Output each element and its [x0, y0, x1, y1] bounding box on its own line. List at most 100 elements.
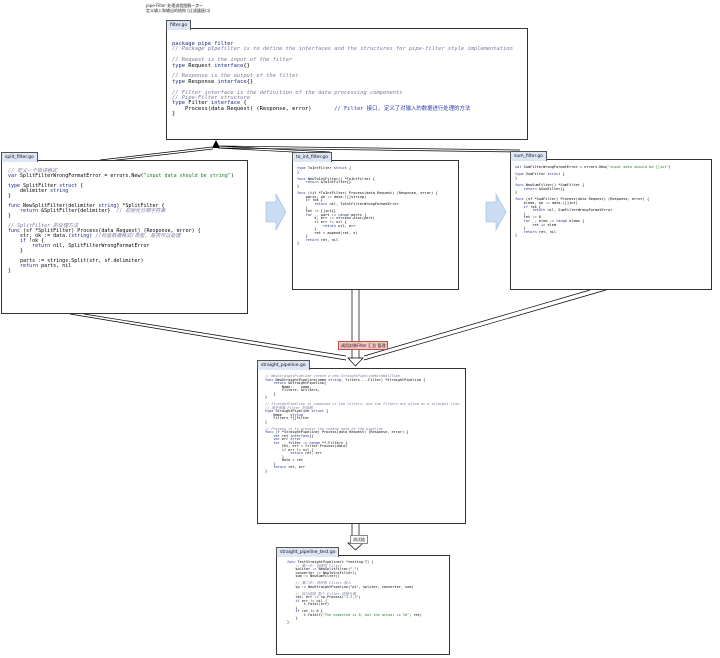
flow-arrow-split-to-toint [265, 192, 287, 232]
code-token: return [32, 243, 51, 249]
code-token: } [515, 233, 518, 238]
arrowhead-filter [212, 140, 220, 148]
panel-filter: filter.go package pipe_filter// Package … [166, 20, 528, 140]
code-sum: var SumFilterWrongFormatError = errors.N… [515, 165, 671, 237]
code-token: } [297, 169, 300, 174]
code-token: string [50, 188, 69, 194]
code-token: "1,2,3" [343, 595, 359, 599]
code-token: { [560, 172, 565, 177]
code-filter: package pipe_filter// Package pipefilter… [172, 41, 513, 118]
connector-split-to-pipeline-a [69, 313, 347, 361]
code-token: } [8, 213, 12, 219]
panel-split: split_filter.go // 定义一个错误格式 var SplitFilt… [1, 152, 248, 314]
code-token: ret, err [286, 465, 306, 469]
code-token: return [273, 465, 287, 469]
code-token: return [314, 201, 328, 206]
code-token: ) [230, 173, 234, 179]
panel-sum: sum_filter.go var SumFilterWrongFormatEr… [510, 151, 712, 290]
code-token: Filters *[]Filter [265, 416, 310, 420]
code-token: SumFilterWrongFormatError = errors.New( [521, 165, 609, 169]
code-token: sp := NewStraightPipeline("p1", spliter,… [287, 584, 414, 589]
code-token: // Package pipefilter is to define the i… [172, 46, 513, 53]
code-token: return [20, 263, 39, 269]
connector-sum-to-filter-a [220, 145, 521, 151]
code-line: } [265, 469, 461, 473]
code-token: { [324, 409, 329, 413]
code-token: "input data should be []int" [608, 165, 669, 169]
assemble-label: 调用封装Filter 汇总 管理 [338, 341, 389, 350]
code-pipeline: // NewStraightPipeline create a new Stra… [265, 374, 461, 473]
code-token: } [8, 193, 12, 199]
code-token: nil, SplitFilterWrongFormatError [50, 243, 150, 249]
panel-toint: to_int_filter.go type ToIntFilter struct… [292, 152, 459, 290]
code-token: interface [217, 78, 247, 85]
code-token: return [322, 223, 336, 228]
panel-split-tab: split_filter.go [1, 152, 38, 162]
code-line: var SumFilterWrongFormatError = errors.N… [515, 165, 671, 169]
code-token: nil, SumFilterWrongFormatError [545, 208, 613, 213]
code-token: "input data should be string" [143, 173, 231, 179]
code-token: Process(data Request) (Response, error) [172, 105, 335, 112]
code-token: } [287, 619, 290, 624]
code-token: , filters ...Filter) *StraightPipeline { [340, 377, 426, 382]
code-token: return [305, 180, 319, 185]
code-token: { [346, 166, 352, 170]
code-token: return [305, 237, 319, 242]
code-token: return [290, 451, 303, 455]
connector-sum-to-pipeline-a [363, 289, 607, 361]
code-token: ) [668, 165, 671, 169]
connector-split-to-pipeline-b [83, 313, 347, 357]
code-token: // 初始化分隔字符串 [116, 208, 166, 214]
code-line: var SplitFilterWrongFormatError = errors… [8, 173, 234, 179]
code-line: Process(data Request) (Response, error) … [172, 105, 513, 112]
code-token: var [8, 173, 18, 179]
code-token: interface [214, 62, 244, 69]
code-token: struct [333, 166, 347, 170]
connector-sum-to-pipeline-b [363, 289, 591, 357]
panel-toint-tab: to_int_filter.go [292, 152, 332, 162]
code-line: // Package pipefilter is to define the i… [172, 46, 513, 53]
code-token: } [297, 183, 300, 188]
code-token: Request [184, 62, 215, 69]
code-token: SumFilter [523, 172, 548, 177]
code-line: t.Fatalf("The expected is 6, but the act… [287, 613, 422, 617]
code-token: struct [311, 409, 325, 413]
code-token: } [265, 395, 268, 399]
code-token: // Filter 接口, 定义了对输入的数据进行处理的方法 [334, 105, 471, 112]
code-token: } [515, 190, 518, 195]
code-token: {} [246, 78, 254, 85]
code-token: parts, nil [38, 263, 72, 269]
panel-test: straight_pipeline_test.go func TestStrai… [276, 547, 450, 655]
code-token: type [172, 62, 185, 69]
arrowhead-test [347, 542, 364, 551]
test-label: 测试链 [350, 535, 368, 544]
code-token: &SplitFilter{delimiter} [38, 208, 117, 214]
code-token: ret, nil [536, 229, 557, 234]
code-token: {} [309, 433, 314, 438]
code-token: delimiter [8, 188, 51, 194]
code-token: } [8, 248, 24, 254]
code-token: nil, err [335, 223, 356, 228]
code-line: } [287, 620, 422, 624]
code-token: ret, nil [318, 237, 339, 242]
code-line: } [297, 241, 438, 245]
code-token: &SumFilter{} [536, 186, 565, 191]
connector-split-to-filter-a [99, 146, 213, 161]
code-split: // 定义一个错误格式 var SplitFilterWrongFormatErr… [8, 168, 234, 274]
code-token: } [172, 111, 176, 118]
code-token: } [8, 268, 12, 274]
code-token: return [532, 208, 546, 213]
code-token: { [77, 183, 84, 189]
arrowhead-pipeline [347, 357, 364, 367]
code-token: return [20, 208, 39, 214]
code-token: ) [358, 595, 361, 599]
code-token: return [523, 186, 537, 191]
code-token: &ToIntFilter{} [318, 180, 352, 185]
code-token: nil, ToIntFilterWrongFormatError [327, 201, 399, 206]
code-token: {} [243, 62, 250, 69]
code-token: string [328, 377, 341, 382]
code-token: type [172, 78, 185, 85]
code-toint: type ToIntFilter struct {} func NewToIntF… [297, 166, 438, 245]
code-token: Response [184, 78, 218, 85]
panel-pipeline: straight_pipeline.go // NewStraightPipel… [257, 360, 466, 524]
